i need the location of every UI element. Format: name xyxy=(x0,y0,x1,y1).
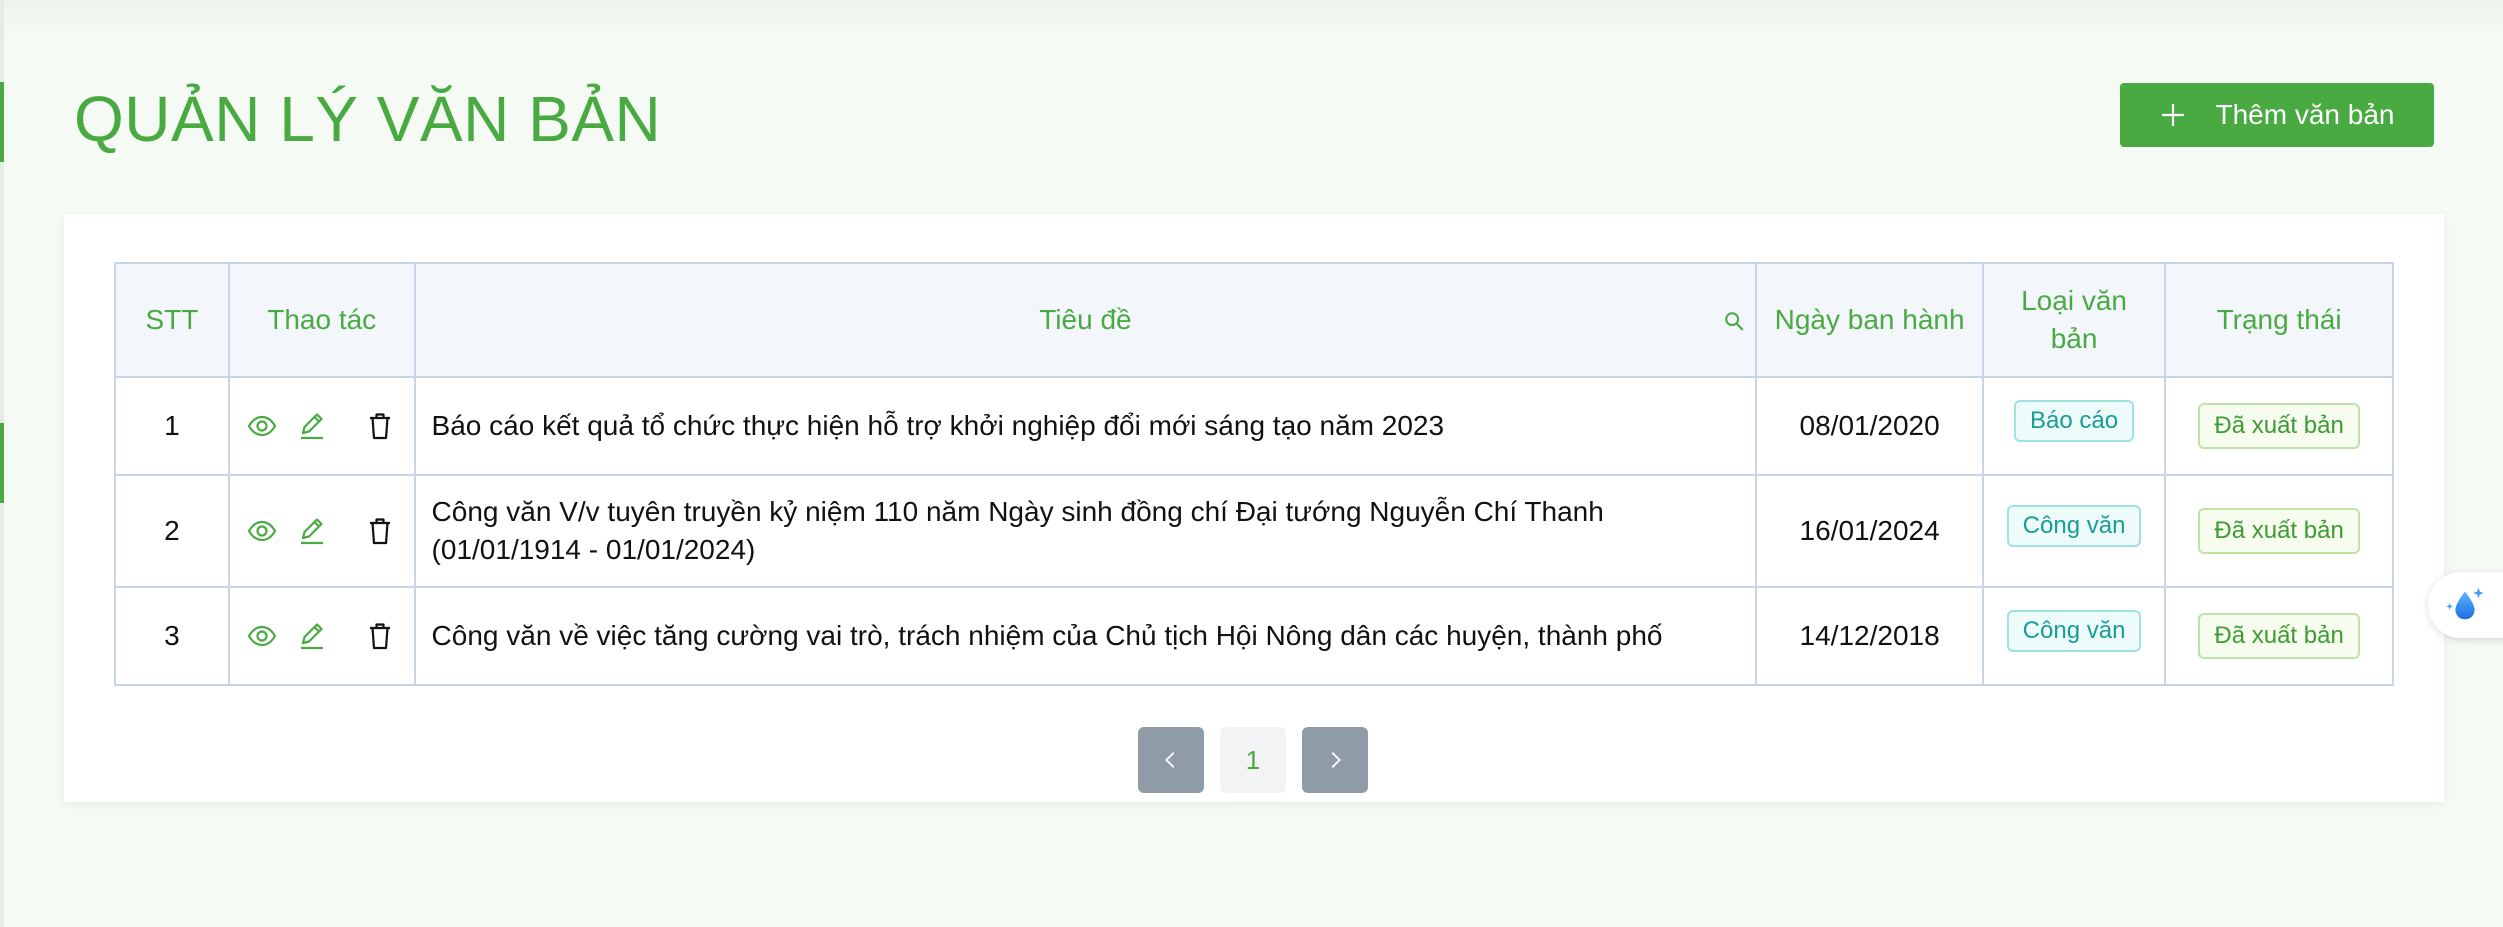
row-type: Công văn xyxy=(1981,473,2167,589)
table-row: 2 Công văn V/v tuyên truyền kỷ niệm 110 … xyxy=(114,473,2394,589)
column-header-stt: STT xyxy=(114,262,230,378)
row-title-line: Công văn V/v tuyên truyền kỷ niệm 110 nă… xyxy=(431,495,1604,527)
row-status: Đã xuất bản xyxy=(2164,376,2394,476)
edit-icon[interactable] xyxy=(296,620,328,652)
column-header-title: Tiêu đề xyxy=(413,262,1758,378)
column-header-type: Loại văn bản xyxy=(1981,262,2167,378)
search-icon[interactable] xyxy=(1723,310,1745,332)
table-row: 1 Báo cáo kết quả tổ chức thực hiện hỗ t… xyxy=(114,376,2394,476)
sidebar-active-indicator xyxy=(0,423,4,503)
prev-page-button[interactable] xyxy=(1138,727,1204,793)
page-title: QUẢN LÝ VĂN BẢN xyxy=(74,83,662,155)
row-stt: 1 xyxy=(114,376,230,476)
row-stt: 2 xyxy=(114,473,230,589)
chevron-right-icon xyxy=(1331,752,1341,768)
row-actions xyxy=(227,586,416,686)
row-type: Báo cáo xyxy=(1981,376,2167,476)
sidebar-active-indicator xyxy=(0,82,4,162)
column-header-title-label: Tiêu đề xyxy=(1039,304,1132,335)
row-actions xyxy=(227,376,416,476)
view-icon[interactable] xyxy=(246,515,278,547)
pagination: 1 xyxy=(1138,727,1368,793)
row-date: 08/01/2020 xyxy=(1755,376,1984,476)
view-icon[interactable] xyxy=(246,620,278,652)
sparkle-drop-icon xyxy=(2446,587,2484,620)
row-title[interactable]: Báo cáo kết quả tổ chức thực hiện hỗ trợ… xyxy=(413,376,1758,476)
plus-icon xyxy=(2161,104,2184,126)
top-shade xyxy=(0,0,2503,40)
type-badge: Công văn xyxy=(2006,504,2142,547)
page-number-button[interactable]: 1 xyxy=(1220,727,1286,793)
row-status: Đã xuất bản xyxy=(2164,586,2394,686)
row-date: 14/12/2018 xyxy=(1755,586,1984,686)
table-header-row: STT Thao tác Tiêu đề Ngày ban hành Loại … xyxy=(114,262,2394,378)
chevron-left-icon xyxy=(1165,752,1175,768)
table-row: 3 Công văn về việc tăng cường vai trò, t… xyxy=(114,586,2394,686)
add-document-label: Thêm văn bản xyxy=(2215,99,2395,130)
column-header-date: Ngày ban hành xyxy=(1755,262,1984,378)
floating-assistant-button[interactable] xyxy=(2428,572,2503,638)
delete-icon[interactable] xyxy=(364,410,396,442)
type-badge: Công văn xyxy=(2006,610,2142,653)
edit-icon[interactable] xyxy=(296,515,328,547)
column-header-actions: Thao tác xyxy=(227,262,416,378)
column-header-status: Trạng thái xyxy=(2164,262,2394,378)
delete-icon[interactable] xyxy=(364,515,396,547)
row-title-line: (01/01/1914 - 01/01/2024) xyxy=(431,533,756,565)
row-title[interactable]: Công văn về việc tăng cường vai trò, trá… xyxy=(413,586,1758,686)
row-title[interactable]: Công văn V/v tuyên truyền kỷ niệm 110 nă… xyxy=(413,473,1758,589)
add-document-button[interactable]: Thêm văn bản xyxy=(2120,83,2434,147)
view-icon[interactable] xyxy=(246,410,278,442)
row-stt: 3 xyxy=(114,586,230,686)
edit-icon[interactable] xyxy=(296,410,328,442)
document-card: STT Thao tác Tiêu đề Ngày ban hành Loại … xyxy=(64,214,2444,802)
row-actions xyxy=(227,473,416,589)
next-page-button[interactable] xyxy=(1302,727,1368,793)
status-badge: Đã xuất bản xyxy=(2198,613,2360,660)
status-badge: Đã xuất bản xyxy=(2198,507,2360,554)
row-date: 16/01/2024 xyxy=(1755,473,1984,589)
document-table: STT Thao tác Tiêu đề Ngày ban hành Loại … xyxy=(114,262,2394,686)
type-badge: Báo cáo xyxy=(2014,399,2135,442)
row-status: Đã xuất bản xyxy=(2164,473,2394,589)
delete-icon[interactable] xyxy=(364,620,396,652)
status-badge: Đã xuất bản xyxy=(2198,402,2360,449)
row-type: Công văn xyxy=(1981,586,2167,686)
